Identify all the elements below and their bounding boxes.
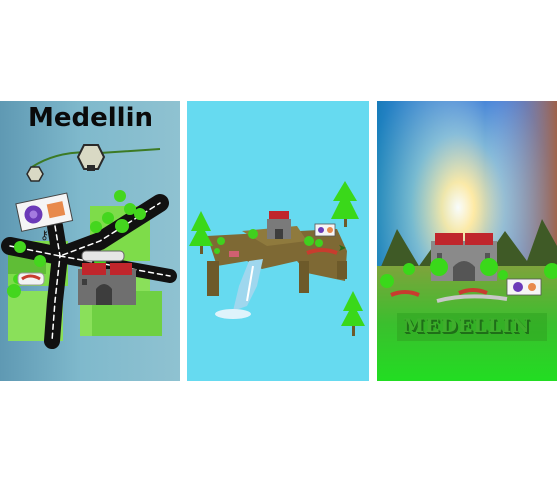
city-map-illustration: ⚷ xyxy=(1,144,177,349)
key-icon: ⚷ xyxy=(40,228,49,242)
map-panel: Medellin ⚷ xyxy=(0,101,180,381)
city-title: Medellin xyxy=(28,103,153,133)
cable-car-small-icon xyxy=(26,166,44,182)
castle-icon xyxy=(267,211,291,239)
train-icon xyxy=(81,250,125,262)
cable-car-large-icon xyxy=(76,144,106,171)
waterfall-illustration: ➤ xyxy=(189,181,365,336)
grill-food-icon xyxy=(17,272,45,286)
item-icon xyxy=(229,251,239,257)
city-sign: MEDELLIN xyxy=(403,315,531,337)
waterfall-icon xyxy=(215,259,263,319)
castle-icon xyxy=(78,263,136,305)
landscape-panel: MEDELLIN xyxy=(377,101,557,381)
arrow-icon: ➤ xyxy=(338,243,346,254)
landscape-illustration xyxy=(377,101,557,381)
photo-card-icon xyxy=(15,192,74,232)
waterfall-panel: ➤ xyxy=(187,101,369,381)
